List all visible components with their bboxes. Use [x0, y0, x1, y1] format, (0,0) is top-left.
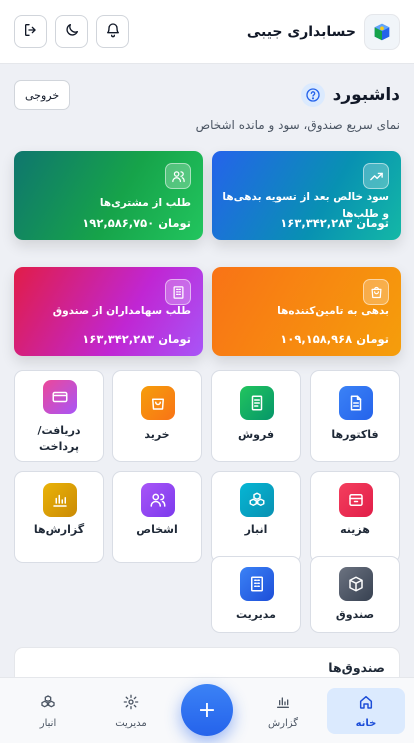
page-subtitle: نمای سریع صندوق، سود و مانده اشخاص: [195, 118, 400, 132]
tile-label: هزینه: [340, 523, 370, 536]
gear-icon: [123, 694, 139, 714]
tile-inventory[interactable]: انبار: [211, 471, 301, 563]
tile-invoices[interactable]: فاکتورها: [310, 370, 400, 462]
tile-management[interactable]: مدیریت: [211, 556, 301, 633]
boxes-icon: [40, 694, 56, 714]
stat-label: بدهی به تامین‌کننده‌ها: [277, 305, 389, 317]
building-icon: [165, 279, 191, 305]
tile-label: فروش: [237, 428, 275, 441]
stat-value: تومان ۱۶۳,۳۴۲,۲۸۳: [82, 332, 191, 346]
tile-reports[interactable]: گزارش‌ها: [14, 471, 104, 563]
nav-home[interactable]: خانه: [327, 688, 405, 734]
logout-button[interactable]: [14, 15, 47, 48]
cube-icon: [339, 567, 373, 601]
tile-label: اشخاص: [136, 523, 178, 536]
stat-card-customer-receivables[interactable]: طلب از مشتری‌ها تومان ۱۹۲,۵۸۶,۷۵۰: [14, 151, 203, 240]
app-title: حسابداری جیبی: [246, 23, 356, 40]
nav-management[interactable]: مدیریت: [92, 688, 170, 734]
stat-label: طلب سهامداران از صندوق: [52, 305, 191, 317]
stat-label: طلب از مشتری‌ها: [99, 197, 191, 209]
tile-label: انبار: [244, 523, 268, 536]
page-title: داشبورد: [332, 85, 400, 105]
invoice-icon: [339, 386, 373, 420]
bar-chart-icon: [275, 694, 291, 714]
tile-label: مدیریت: [236, 608, 276, 621]
nav-label: گزارش: [267, 717, 299, 729]
nav-inventory[interactable]: انبار: [9, 688, 87, 734]
card-icon: [43, 380, 77, 414]
funds-title: صندوق‌ها: [328, 660, 385, 675]
receipt-icon: [240, 386, 274, 420]
add-button[interactable]: +: [181, 684, 233, 736]
shopping-bag-icon: [141, 386, 175, 420]
top-bar: حسابداری جیبی: [0, 0, 414, 64]
dashboard-title-wrap: داشبورد: [300, 83, 400, 107]
people-icon: [141, 483, 175, 517]
help-icon[interactable]: [300, 83, 325, 107]
logout-icon: [23, 22, 39, 42]
tile-people[interactable]: اشخاص: [112, 471, 202, 563]
tile-sales[interactable]: فروش: [211, 370, 301, 462]
bell-icon: [105, 22, 121, 42]
office-icon: [240, 567, 274, 601]
tile-label: گزارش‌ها: [33, 523, 85, 536]
boxes-icon: [240, 483, 274, 517]
dashboard-header: خروجی داشبورد: [14, 78, 400, 112]
tile-expense[interactable]: هزینه: [310, 471, 400, 563]
app-logo: [364, 13, 400, 50]
tile-cashbox[interactable]: صندوق: [310, 556, 400, 633]
tile-label: خرید: [144, 428, 170, 441]
users-icon: [165, 163, 191, 189]
tile-purchase[interactable]: خرید: [112, 370, 202, 462]
moon-icon: [64, 22, 80, 42]
tile-payments[interactable]: دریافت/ پرداخت: [14, 370, 104, 462]
stat-value: تومان ۱۰۹,۱۵۸,۹۶۸: [280, 332, 389, 346]
trend-up-icon: [363, 163, 389, 189]
header-actions: [14, 15, 129, 48]
tile-label: صندوق: [335, 608, 375, 621]
notifications-button[interactable]: [96, 15, 129, 48]
stat-value: تومان ۱۶۳,۳۴۲,۲۸۳: [280, 216, 389, 230]
tile-label: فاکتورها: [331, 428, 379, 441]
brand: حسابداری جیبی: [246, 13, 400, 50]
stat-card-net-profit[interactable]: سود خالص بعد از تسویه بدهی‌ها و طلب‌ها ت…: [212, 151, 401, 240]
tile-label: دریافت/ پرداخت: [37, 424, 81, 453]
bag-icon: [363, 279, 389, 305]
chart-icon: [43, 483, 77, 517]
nav-label: خانه: [355, 717, 377, 729]
nav-label: مدیریت: [115, 717, 147, 729]
stat-card-supplier-debt[interactable]: بدهی به تامین‌کننده‌ها تومان ۱۰۹,۱۵۸,۹۶۸: [212, 267, 401, 356]
stat-value: تومان ۱۹۲,۵۸۶,۷۵۰: [82, 216, 191, 230]
theme-toggle-button[interactable]: [55, 15, 88, 48]
stat-card-shareholder-receivables[interactable]: طلب سهامداران از صندوق تومان ۱۶۳,۳۴۲,۲۸۳: [14, 267, 203, 356]
wallet-icon: [339, 483, 373, 517]
home-icon: [358, 694, 374, 714]
nav-reports[interactable]: گزارش: [244, 688, 322, 734]
nav-label: انبار: [39, 717, 57, 729]
export-button[interactable]: خروجی: [14, 80, 71, 110]
app-root: حسابداری جیبی خروجی داشبورد نمای سریع صن…: [0, 0, 414, 743]
